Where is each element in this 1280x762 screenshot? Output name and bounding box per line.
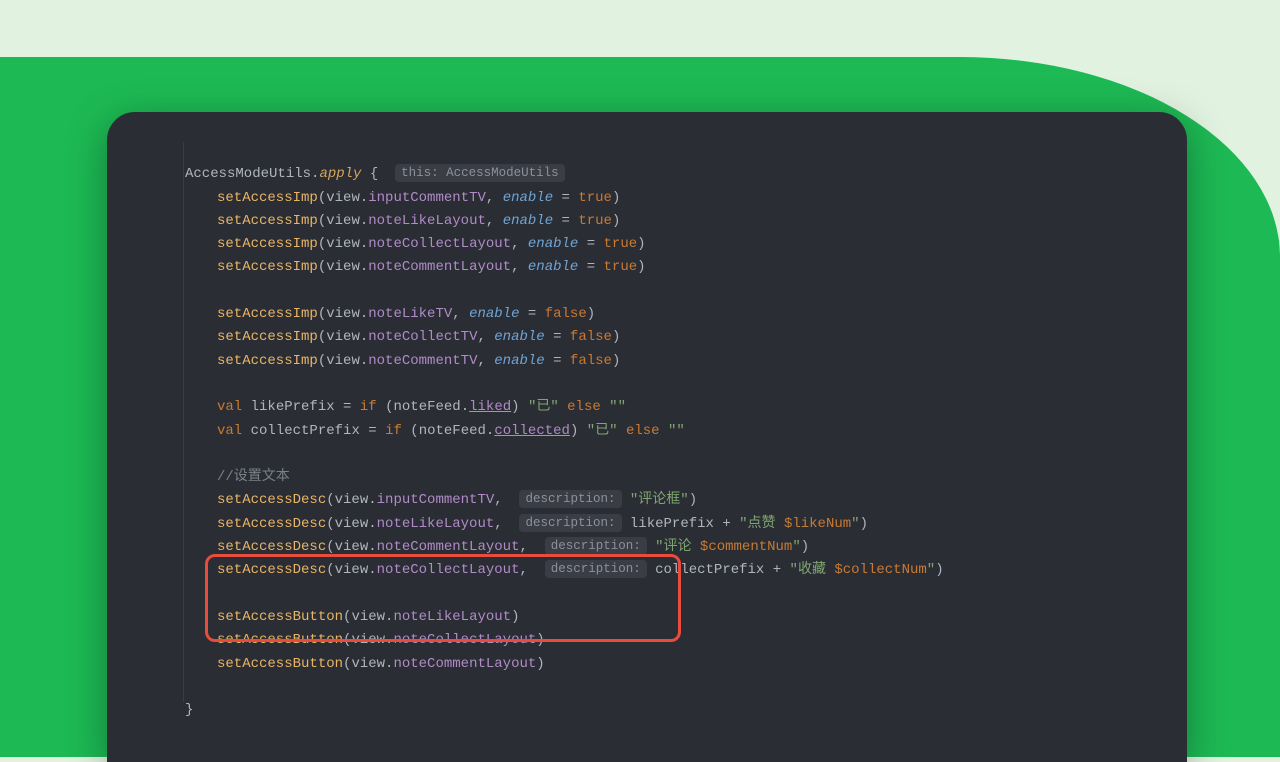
- code-line: setAccessDesc(view.inputCommentTV, descr…: [185, 489, 1167, 512]
- code-line: setAccessImp(view.noteLikeTV, enable = f…: [185, 303, 1167, 326]
- code-content: AccessModeUtils.apply { this: AccessMode…: [185, 140, 1167, 762]
- editor-gutter-line: [183, 142, 184, 702]
- code-line: setAccessImp(view.noteLikeLayout, enable…: [185, 210, 1167, 233]
- code-line: AccessModeUtils.apply { this: AccessMode…: [185, 163, 1167, 186]
- code-line: setAccessImp(view.noteCollectTV, enable …: [185, 326, 1167, 349]
- code-line-empty: [185, 443, 1167, 466]
- code-editor-window: AccessModeUtils.apply { this: AccessMode…: [107, 112, 1187, 762]
- code-line: setAccessImp(view.noteCommentLayout, ena…: [185, 256, 1167, 279]
- code-line: setAccessImp(view.noteCollectLayout, ena…: [185, 233, 1167, 256]
- code-line: setAccessButton(view.noteCommentLayout): [185, 653, 1167, 676]
- inline-hint: description:: [519, 490, 621, 508]
- inline-hint: this: AccessModeUtils: [395, 164, 565, 182]
- code-line: setAccessDesc(view.noteLikeLayout, descr…: [185, 513, 1167, 536]
- code-line: val likePrefix = if (noteFeed.liked) "已"…: [185, 396, 1167, 419]
- code-line-empty: [185, 280, 1167, 303]
- inline-hint: description:: [519, 514, 621, 532]
- code-line: setAccessImp(view.inputCommentTV, enable…: [185, 187, 1167, 210]
- highlight-annotation-box: [205, 554, 681, 642]
- code-line: }: [185, 699, 1167, 722]
- code-line-empty: [185, 373, 1167, 396]
- code-line-empty: [185, 676, 1167, 699]
- code-line: val collectPrefix = if (noteFeed.collect…: [185, 420, 1167, 443]
- code-line: setAccessImp(view.noteCommentTV, enable …: [185, 350, 1167, 373]
- code-line: //设置文本: [185, 466, 1167, 489]
- inline-hint: description:: [545, 537, 647, 555]
